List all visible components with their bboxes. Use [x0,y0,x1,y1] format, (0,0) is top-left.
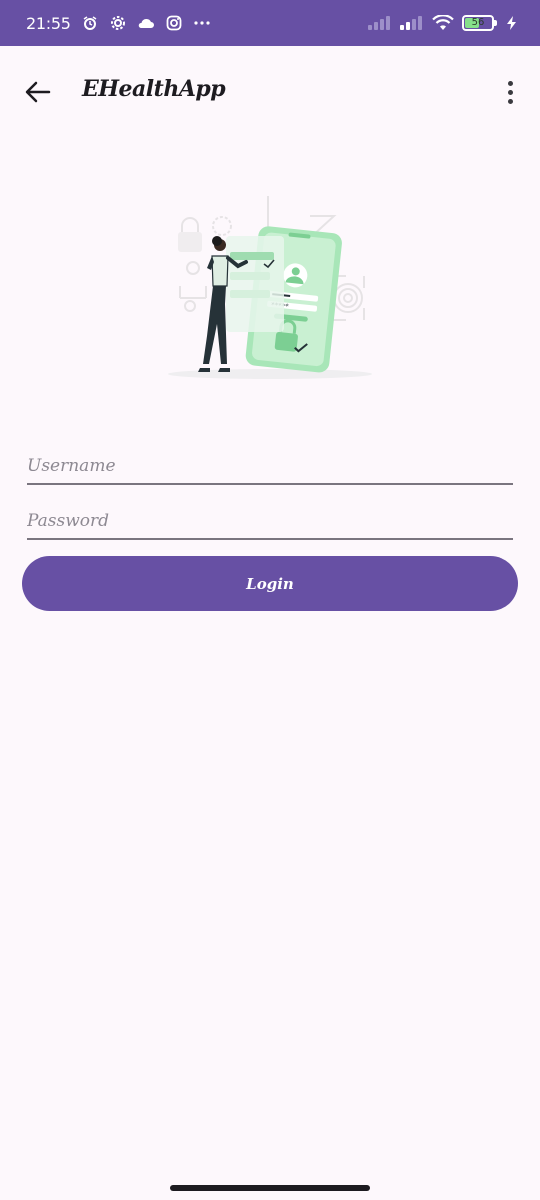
username-field[interactable] [27,445,513,485]
more-vert-icon [507,80,513,86]
battery-icon: 56 [462,15,497,31]
overflow-menu-button[interactable] [498,74,522,110]
charging-icon [506,14,518,32]
cloud-icon [137,14,155,32]
wifi-icon [432,14,454,32]
battery-level: 56 [471,17,485,28]
home-indicator[interactable] [170,1185,370,1191]
signal-icon [368,14,392,32]
login-button[interactable]: Login [22,556,518,611]
arrow-left-icon [25,81,51,103]
status-left: 21:55 [26,14,211,33]
instagram-icon [165,14,183,32]
alarm-icon [81,14,99,32]
status-right: 56 [368,14,518,32]
back-button[interactable] [18,74,58,110]
secure-login-illustration: ***** [160,188,380,388]
more-dots-icon [193,14,211,32]
settings-icon [109,14,127,32]
status-time: 21:55 [26,13,71,33]
app-title: EHealthApp [82,76,226,102]
password-field[interactable] [27,500,513,540]
status-bar: 21:55 56 [0,0,540,46]
app-bar: EHealthApp [0,46,540,138]
signal-icon [400,14,424,32]
